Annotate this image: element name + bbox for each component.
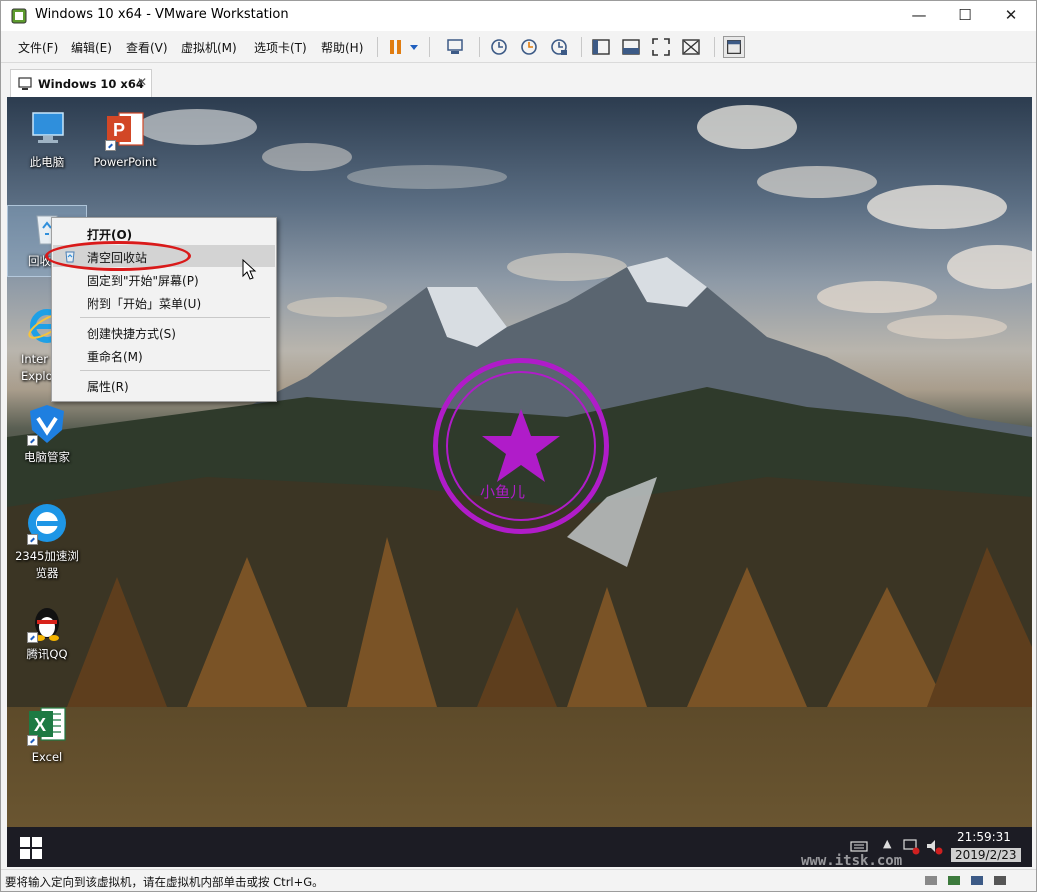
menu-vm[interactable]: 虚拟机(M)	[181, 39, 237, 56]
mouse-cursor-icon	[242, 259, 257, 280]
dropdown-icon[interactable]	[407, 36, 421, 58]
tab-label: Windows 10 x64	[38, 77, 144, 91]
svg-text:P: P	[113, 120, 125, 140]
menu-file[interactable]: 文件(F)	[18, 39, 58, 56]
device-network-icon[interactable]	[946, 873, 962, 888]
desktop-icon-pc-manager[interactable]: 电脑管家	[7, 402, 87, 466]
ctx-create-shortcut[interactable]: 创建快捷方式(S)	[53, 321, 275, 343]
console-view-icon[interactable]	[620, 36, 642, 58]
send-ctrl-alt-del-icon[interactable]	[444, 36, 466, 58]
toolbar-separator	[714, 37, 715, 57]
volume-icon[interactable]	[925, 837, 943, 855]
library-icon[interactable]	[723, 36, 745, 58]
menu-bar: 文件(F) 编辑(E) 查看(V) 虚拟机(M) 选项卡(T) 帮助(H)	[1, 31, 1036, 63]
tab-windows-10-x64[interactable]: Windows 10 x64 ✕	[10, 69, 152, 97]
vmware-app-icon	[11, 8, 27, 24]
shortcut-arrow-icon	[105, 140, 116, 151]
desktop-icon-powerpoint[interactable]: P PowerPoint	[85, 107, 165, 171]
tab-bar: Windows 10 x64 ✕	[1, 63, 1036, 97]
menu-view[interactable]: 查看(V)	[126, 39, 168, 56]
toolbar-separator	[377, 37, 378, 57]
desktop-icon-2345-browser[interactable]: 2345加速浏览器	[7, 501, 87, 582]
ctx-open[interactable]: 打开(O)	[53, 222, 275, 244]
tray-expand-icon[interactable]: ▲	[883, 837, 891, 850]
desktop-icon-label: 电脑管家	[24, 450, 70, 464]
ctx-properties[interactable]: 属性(R)	[53, 374, 275, 396]
window-title: Windows 10 x64 - VMware Workstation	[35, 7, 289, 22]
desktop-icon-label: 2345加速浏览器	[15, 549, 79, 580]
menu-edit[interactable]: 编辑(E)	[71, 39, 112, 56]
desktop-icon-excel[interactable]: X Excel	[7, 702, 87, 766]
snapshot-icon[interactable]	[488, 36, 510, 58]
ctx-separator	[80, 317, 270, 318]
device-hdd-icon[interactable]	[923, 873, 939, 888]
this-pc-icon	[32, 112, 64, 143]
shortcut-arrow-icon	[27, 534, 38, 545]
tab-close-icon[interactable]: ✕	[137, 75, 147, 89]
site-watermark: www.itsk.com	[801, 853, 903, 869]
toolbar-separator	[429, 37, 430, 57]
ctx-separator	[80, 370, 270, 371]
desktop-icon-label: 此电脑	[29, 155, 65, 169]
pause-icon[interactable]	[385, 36, 407, 58]
menu-tabs[interactable]: 选项卡(T)	[254, 39, 307, 56]
shortcut-arrow-icon	[27, 632, 38, 643]
svg-text:X: X	[34, 715, 46, 735]
close-button[interactable]: ✕	[988, 1, 1034, 31]
shortcut-arrow-icon	[27, 435, 38, 446]
desktop-icon-label: PowerPoint	[93, 155, 157, 169]
title-bar: Windows 10 x64 - VMware Workstation — ☐ …	[1, 1, 1036, 31]
windows-start-icon[interactable]	[19, 836, 43, 860]
clock-date[interactable]: 2019/2/23	[951, 848, 1021, 862]
menu-help[interactable]: 帮助(H)	[321, 39, 363, 56]
ctx-rename[interactable]: 重命名(M)	[53, 344, 275, 366]
network-icon[interactable]	[902, 837, 920, 855]
shortcut-arrow-icon	[27, 735, 38, 746]
desktop-icon-label: 腾讯QQ	[26, 647, 68, 661]
toolbar-separator	[581, 37, 582, 57]
stamp-text: 小鱼儿	[480, 483, 526, 501]
desktop-icon-this-pc[interactable]: 此电脑	[7, 107, 87, 171]
status-text: 要将输入定向到该虚拟机，请在虚拟机内部单击或按 Ctrl+G。	[5, 875, 324, 889]
device-display-icon[interactable]	[992, 873, 1008, 888]
revert-snapshot-icon[interactable]	[518, 36, 540, 58]
desktop-icon-qq[interactable]: 腾讯QQ	[7, 599, 87, 663]
clock-time[interactable]: 21:59:31	[957, 830, 1011, 844]
vm-tab-icon	[18, 77, 32, 90]
vmware-window: Windows 10 x64 - VMware Workstation — ☐ …	[0, 0, 1037, 892]
fullscreen-icon[interactable]	[650, 36, 672, 58]
star-icon	[482, 409, 560, 482]
ctx-pin-to-start-menu[interactable]: 附到「开始」菜单(U)	[53, 291, 275, 313]
toolbar-separator	[479, 37, 480, 57]
sidebar-icon[interactable]	[590, 36, 612, 58]
maximize-button[interactable]: ☐	[942, 1, 988, 31]
highlight-annotation-ellipse	[45, 241, 191, 271]
desktop-icon-label: Excel	[31, 750, 63, 764]
unity-icon[interactable]	[680, 36, 702, 58]
watermark-stamp: 小鱼儿	[433, 358, 609, 534]
device-usb-icon[interactable]	[969, 873, 985, 888]
minimize-button[interactable]: —	[896, 1, 942, 31]
snapshot-manager-icon[interactable]	[548, 36, 570, 58]
status-bar: 要将输入定向到该虚拟机，请在虚拟机内部单击或按 Ctrl+G。	[1, 869, 1036, 891]
